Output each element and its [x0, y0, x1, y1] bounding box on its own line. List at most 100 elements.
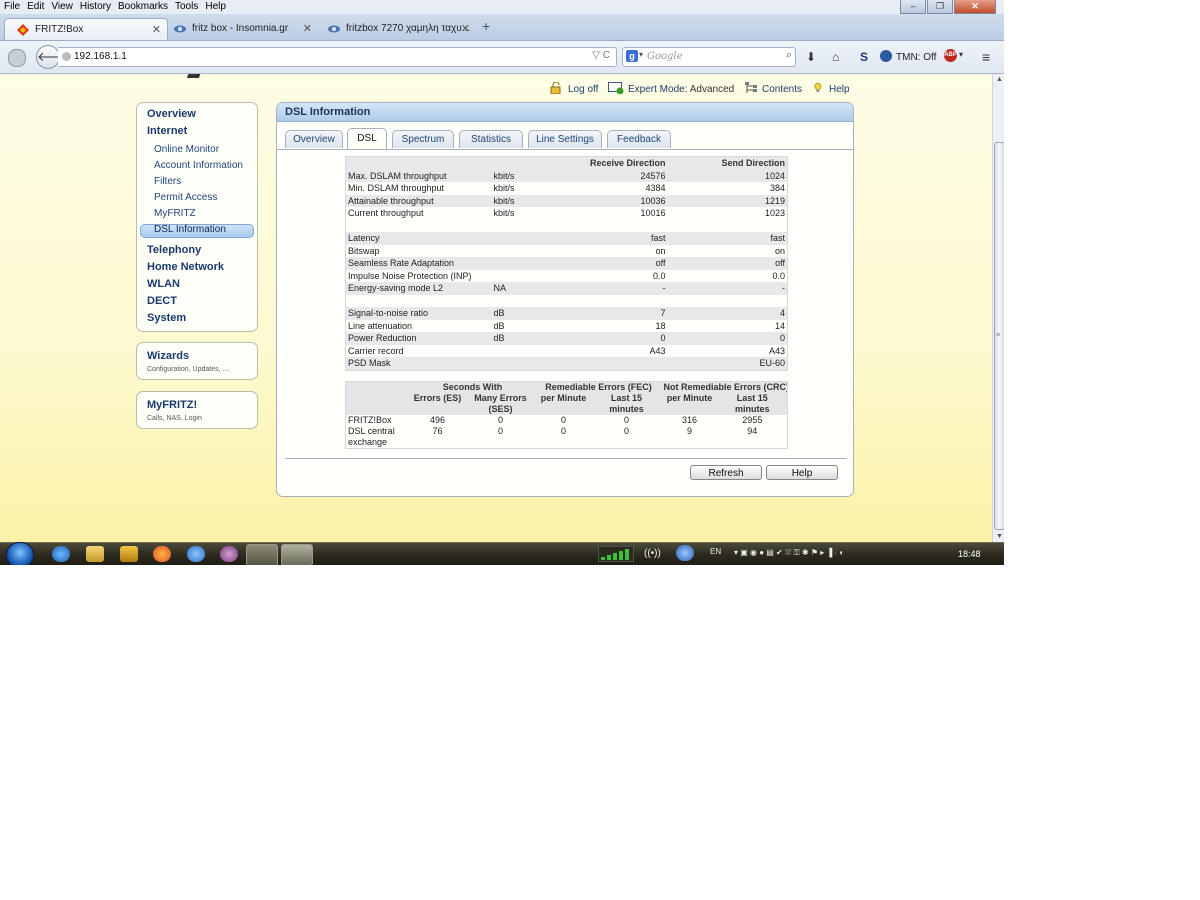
help-label: Help	[829, 84, 850, 95]
sub-header: Last 15 minutes	[717, 393, 788, 415]
download-icon[interactable]: ⬇	[806, 50, 816, 64]
sidebar-item-myfritz[interactable]: MyFRITZ	[154, 208, 196, 219]
error-counters-table: Seconds With Remediable Errors (FEC) Not R…	[345, 381, 788, 449]
tab-dsl[interactable]: DSL	[347, 128, 387, 149]
expert-mode-link[interactable]: Expert Mode: Advanced	[608, 82, 734, 95]
table-cell: A43	[571, 344, 668, 357]
search-bar[interactable]: g ▾ Google ⌕	[622, 47, 796, 67]
home-icon[interactable]: ⌂	[832, 50, 839, 64]
table-cell: kbit/s	[491, 194, 572, 207]
restore-button[interactable]: ❐	[927, 0, 953, 14]
app-icon[interactable]	[220, 546, 238, 562]
dropdown-icon[interactable]: ▽	[592, 50, 600, 61]
myfritz-box[interactable]: MyFRITZ! Calls, NAS, Login	[136, 391, 258, 429]
tab-line-settings[interactable]: Line Settings	[528, 130, 602, 148]
menu-edit[interactable]: Edit	[23, 0, 47, 12]
wizards-title[interactable]: Wizards	[147, 350, 189, 362]
sidebar-item-internet[interactable]: Internet	[147, 125, 187, 137]
menu-history[interactable]: History	[76, 0, 114, 12]
browser-tab-fritzbox[interactable]: FRITZ!Box ✕	[4, 18, 168, 40]
wireless-icon[interactable]: ((•))	[644, 548, 661, 559]
insomnia-favicon-icon	[174, 25, 186, 33]
menu-tools[interactable]: Tools	[171, 0, 201, 12]
browser-tabstrip: FRITZ!Box ✕ fritz box - Insomnia.gr ✕ fr…	[0, 14, 1004, 41]
wizards-box[interactable]: Wizards Configuration, Updates, ...	[136, 342, 258, 380]
site-identity-icon[interactable]	[8, 49, 26, 67]
tab-spectrum[interactable]: Spectrum	[392, 130, 454, 148]
vertical-scrollbar[interactable]: ▲ ≡ ▼	[992, 74, 1004, 542]
url-bar[interactable]: 192.168.1.1 ▽ C	[58, 47, 617, 67]
sidebar-item-system[interactable]: System	[147, 312, 186, 324]
reload-icon[interactable]: C	[603, 50, 610, 61]
sidebar-item-overview[interactable]: Overview	[147, 108, 196, 120]
menu-view[interactable]: View	[47, 0, 76, 12]
browser-tab-fritzbox-search[interactable]: fritzbox 7270 χαμηλη ταχυ... ✕	[316, 18, 476, 40]
browser-tab-insomnia[interactable]: fritz box - Insomnia.gr ✕	[162, 18, 318, 40]
close-tab-icon[interactable]: ✕	[152, 19, 161, 40]
language-indicator[interactable]: EN	[710, 547, 721, 556]
media-player-icon[interactable]	[120, 546, 138, 562]
close-tab-icon[interactable]: ✕	[461, 18, 470, 40]
back-button[interactable]: 🡐	[36, 45, 72, 69]
table-cell: kbit/s	[491, 207, 572, 220]
lightbulb-icon	[814, 82, 822, 92]
globe-app-icon[interactable]	[187, 546, 205, 562]
sidebar-item-dect[interactable]: DECT	[147, 295, 177, 307]
table-cell: 0.0	[571, 269, 668, 282]
new-tab-icon[interactable]: +	[482, 18, 490, 34]
tab-feedback[interactable]: Feedback	[607, 130, 671, 148]
tray-icons[interactable]: ▾ ▣ ◉ ● ▤ ✔ ⛆ ⚿ ✱ ⚑ ▸ ▐ ⫶ ◖	[734, 548, 843, 558]
close-tab-icon[interactable]: ✕	[303, 18, 312, 40]
menu-help[interactable]: Help	[201, 0, 229, 12]
engine-dropdown-icon[interactable]: ▾	[639, 50, 643, 59]
scroll-down-icon[interactable]: ▼	[996, 533, 1003, 540]
sidebar-item-account-information[interactable]: Account Information	[154, 160, 243, 171]
help-button[interactable]: Help	[766, 465, 838, 480]
tab-overview[interactable]: Overview	[285, 130, 343, 148]
adblock-dropdown-icon[interactable]: ▾	[959, 50, 963, 59]
table-cell: NA	[491, 282, 572, 295]
logoff-link[interactable]: Log off	[550, 82, 598, 95]
menu-bookmarks[interactable]: Bookmarks	[114, 0, 171, 12]
tmn-addon-button[interactable]: TMN: Off	[880, 50, 936, 63]
row-label: DSL central exchange	[345, 426, 410, 449]
sidebar-item-permit-access[interactable]: Permit Access	[154, 192, 217, 203]
sidebar-item-filters[interactable]: Filters	[154, 176, 181, 187]
addon-s-icon[interactable]: S	[860, 50, 868, 64]
firefox-pinned-icon[interactable]	[153, 546, 171, 562]
table-cell: kbit/s	[491, 169, 572, 182]
language-bar-icon[interactable]	[676, 545, 694, 561]
url-text[interactable]: 192.168.1.1	[74, 51, 127, 62]
page-viewport: Log off Expert Mode: Advanced Contents H…	[0, 74, 992, 542]
row-label: FRITZ!Box	[345, 415, 410, 426]
table-cell: 0	[465, 415, 536, 426]
clock[interactable]: 18:48	[958, 549, 981, 559]
google-search-engine-icon[interactable]: g	[626, 50, 638, 62]
internet-explorer-icon[interactable]	[52, 546, 70, 562]
minimize-button[interactable]: –	[900, 0, 926, 14]
close-window-button[interactable]: ✕	[954, 0, 996, 14]
spacer-cell	[345, 219, 788, 232]
firefox-window-button[interactable]	[281, 544, 313, 565]
help-link[interactable]: Help	[814, 82, 850, 95]
adblock-icon[interactable]: ABP	[944, 49, 957, 62]
table-row: Impulse Noise Protection (INP) 0.0 0.0	[345, 269, 788, 282]
taskbar-window-button[interactable]	[246, 544, 278, 565]
explorer-folder-icon[interactable]	[86, 546, 104, 562]
sidebar-item-home-network[interactable]: Home Network	[147, 261, 224, 273]
menu-icon[interactable]: ≡	[982, 49, 990, 65]
sidebar-item-wlan[interactable]: WLAN	[147, 278, 180, 290]
menu-file[interactable]: File	[0, 0, 23, 12]
sidebar-item-telephony[interactable]: Telephony	[147, 244, 201, 256]
refresh-button[interactable]: Refresh	[690, 465, 762, 480]
table-cell: 10036	[571, 194, 668, 207]
myfritz-title[interactable]: MyFRITZ!	[147, 399, 197, 411]
start-button-icon[interactable]	[6, 542, 34, 565]
scroll-up-icon[interactable]: ▲	[996, 76, 1003, 83]
tab-statistics[interactable]: Statistics	[459, 130, 523, 148]
sidebar-item-dsl-information[interactable]: DSL Information	[154, 224, 226, 235]
search-icon[interactable]: ⌕	[786, 49, 792, 62]
table-cell: fast	[667, 232, 788, 245]
contents-link[interactable]: Contents	[744, 82, 802, 95]
sidebar-item-online-monitor[interactable]: Online Monitor	[154, 144, 219, 155]
